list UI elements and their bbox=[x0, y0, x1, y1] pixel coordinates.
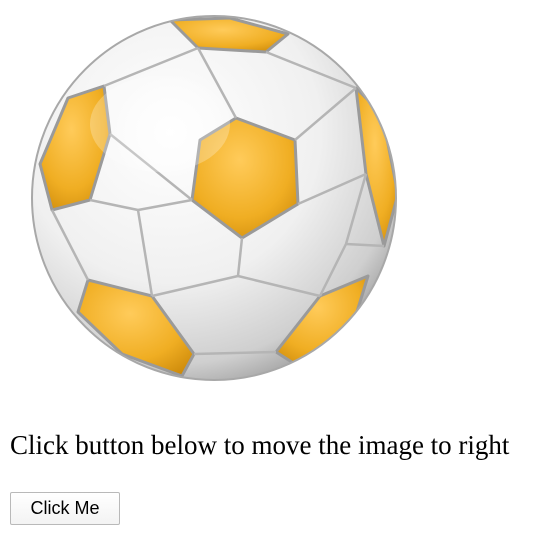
soccer-ball-image bbox=[30, 14, 398, 382]
click-me-button[interactable]: Click Me bbox=[10, 492, 120, 525]
soccer-ball-graphic bbox=[31, 15, 397, 381]
instruction-text: Click button below to move the image to … bbox=[10, 430, 510, 460]
